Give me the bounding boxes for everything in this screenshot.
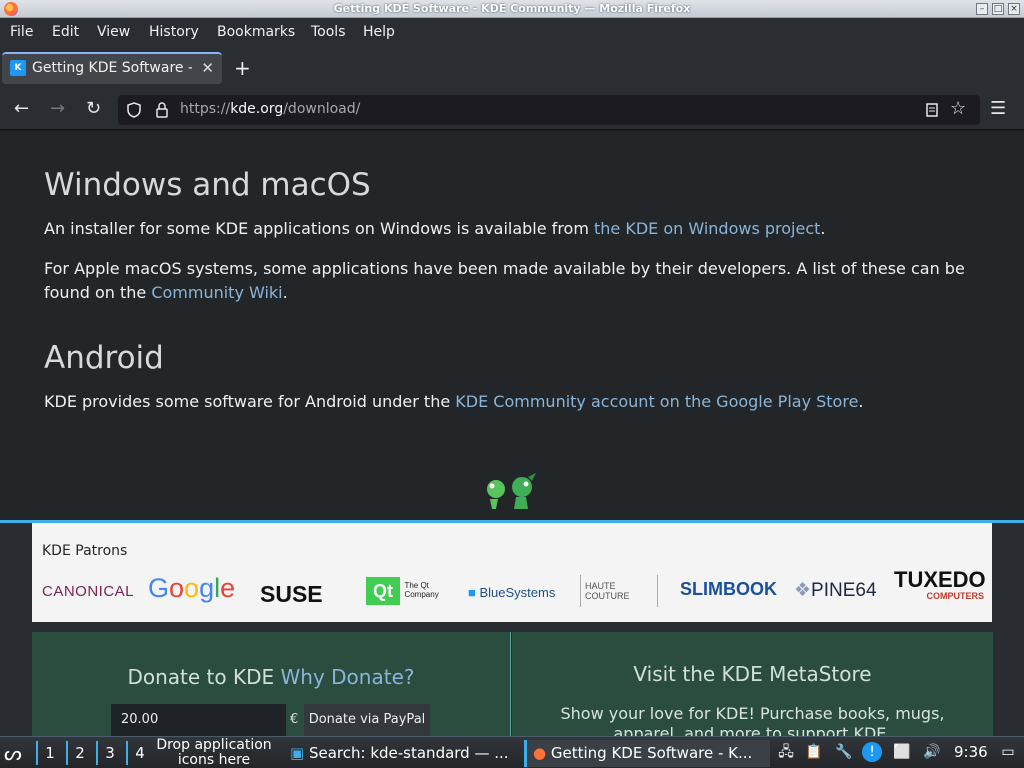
desktop-3-button[interactable]: 3 <box>96 741 122 765</box>
clock[interactable]: 9:36 <box>954 743 988 761</box>
menubar: File Edit View History Bookmarks Tools H… <box>0 18 1024 46</box>
taskbar-item-search[interactable]: ▣ Search: kde-standard — ... <box>284 740 518 767</box>
paragraph-text: KDE provides some software for Android u… <box>44 392 456 411</box>
network-icon[interactable]: 🖧 <box>776 742 796 762</box>
url-bar[interactable]: https://kde.org/download/ ☆ <box>118 95 980 125</box>
kde-favicon-icon: K <box>10 60 26 76</box>
pine64-logo[interactable]: ❖PINE64 <box>794 579 877 611</box>
task-label: Getting KDE Software - K... <box>550 744 753 762</box>
metastore-description: Show your love for KDE! Purchase books, … <box>560 704 945 736</box>
back-icon[interactable]: ← <box>14 98 29 119</box>
page-content: Windows and macOS An installer for some … <box>0 131 1024 736</box>
paragraph-end: . <box>858 392 864 411</box>
url-host: kde.org <box>230 101 284 117</box>
notification-icon[interactable]: ! <box>862 742 882 762</box>
menu-file[interactable]: File <box>10 24 33 40</box>
donate-panel: Donate to KDE Why Donate? 20.00 € Donate… <box>32 632 511 736</box>
metastore-panel: Visit the KDE MetaStore Show your love f… <box>512 632 993 736</box>
bluesystems-logo[interactable]: ■ BlueSystems <box>468 585 555 617</box>
donate-title: Donate to KDE Why Donate? <box>32 665 510 689</box>
application-launcher-icon[interactable]: ᔕ <box>4 741 22 765</box>
menu-view[interactable]: View <box>97 24 130 40</box>
navigation-toolbar: ← → ↻ https://kde.org/download/ ☆ ☰ <box>0 90 1024 130</box>
suse-logo[interactable]: SUSE <box>260 581 323 613</box>
taskbar-item-firefox[interactable]: ● Getting KDE Software - K... <box>524 740 770 767</box>
donate-via-paypal-button[interactable]: Donate via PayPal <box>304 704 430 736</box>
metastore-title[interactable]: Visit the KDE MetaStore <box>512 662 993 686</box>
konqi-mascot-icon <box>487 473 536 509</box>
google-play-link[interactable]: KDE Community account on the Google Play… <box>455 392 858 411</box>
taskbar: ᔕ 1 2 3 4 Drop application icons here ▣ … <box>0 736 1024 768</box>
task-label: Search: kde-standard — ... <box>308 744 509 762</box>
footer-area: KDE Patrons CANONICAL Google SUSE Qt The… <box>0 523 1024 736</box>
heading-android: Android <box>44 340 164 376</box>
close-tab-icon[interactable]: ✕ <box>201 59 214 77</box>
why-donate-link[interactable]: Why Donate? <box>281 665 415 689</box>
patrons-panel: KDE Patrons CANONICAL Google SUSE Qt The… <box>32 523 992 622</box>
menu-edit[interactable]: Edit <box>52 24 79 40</box>
qt-company-text: The Qt Company <box>404 581 439 599</box>
firefox-task-icon: ● <box>533 744 547 762</box>
desktop-4-button[interactable]: 4 <box>126 741 152 765</box>
display-icon[interactable]: ⬜ <box>892 742 912 762</box>
haute-couture-logo[interactable]: HAUTE COUTURE <box>580 575 658 607</box>
bookmark-star-icon[interactable]: ☆ <box>950 98 966 119</box>
menu-tools[interactable]: Tools <box>311 24 346 40</box>
desktop-2-button[interactable]: 2 <box>66 741 92 765</box>
menu-history[interactable]: History <box>149 24 199 40</box>
new-tab-icon[interactable]: + <box>234 56 251 80</box>
window-title: Getting KDE Software - KDE Community — M… <box>333 2 691 15</box>
donation-amount-input[interactable]: 20.00 <box>111 704 286 736</box>
lock-icon[interactable] <box>154 102 170 118</box>
menu-help[interactable]: Help <box>363 24 395 40</box>
window-titlebar[interactable]: Getting KDE Software - KDE Community — M… <box>0 0 1024 18</box>
volume-icon[interactable]: 🔊 <box>922 742 942 762</box>
heading-windows-macos: Windows and macOS <box>44 167 371 203</box>
paragraph-end: . <box>282 283 288 302</box>
kde-on-windows-link[interactable]: the KDE on Windows project <box>594 219 820 238</box>
reader-view-icon[interactable] <box>924 102 940 118</box>
desktop-1-button[interactable]: 1 <box>36 741 62 765</box>
close-window-button[interactable]: × <box>1008 3 1020 15</box>
community-wiki-link[interactable]: Community Wiki <box>151 283 282 302</box>
tab-bar: K Getting KDE Software - K ✕ + <box>0 46 1024 90</box>
url-text: https://kde.org/download/ <box>180 101 360 117</box>
tools-icon[interactable]: 🔧 <box>834 742 854 762</box>
currency-label: € <box>290 712 299 727</box>
donate-title-text: Donate to KDE <box>127 665 281 689</box>
google-logo[interactable]: Google <box>148 573 235 605</box>
quicklaunch-drop-area[interactable]: Drop application icons here <box>150 738 278 768</box>
search-app-icon: ▣ <box>290 744 305 762</box>
tab-title: Getting KDE Software - K <box>32 60 192 76</box>
bluesystems-text: BlueSystems <box>479 585 556 600</box>
url-path: /download/ <box>283 101 361 117</box>
paragraph-windows: An installer for some KDE applications o… <box>44 217 984 241</box>
minimize-button[interactable]: – <box>976 3 988 15</box>
forward-icon[interactable]: → <box>50 98 65 119</box>
canonical-logo[interactable]: CANONICAL <box>42 583 134 615</box>
maximize-button[interactable]: □ <box>992 3 1004 15</box>
paragraph-android: KDE provides some software for Android u… <box>44 390 984 414</box>
slimbook-logo[interactable]: SLIMBOOK <box>680 579 777 611</box>
paragraph-text: An installer for some KDE applications o… <box>44 219 594 238</box>
hamburger-menu-icon[interactable]: ☰ <box>990 98 1006 119</box>
tab-kde-software[interactable]: K Getting KDE Software - K ✕ <box>2 52 222 84</box>
paragraph-macos: For Apple macOS systems, some applicatio… <box>44 257 984 305</box>
reload-icon[interactable]: ↻ <box>86 98 101 119</box>
patrons-title: KDE Patrons <box>42 543 128 559</box>
pine64-text: PINE64 <box>811 580 877 601</box>
url-scheme: https:// <box>180 101 231 117</box>
paragraph-end: . <box>820 219 826 238</box>
tuxedo-logo[interactable]: TUXEDO COMPUTERS <box>894 569 986 602</box>
show-desktop-icon[interactable]: ▭ <box>998 742 1018 762</box>
shield-icon[interactable] <box>126 102 142 118</box>
menu-bookmarks[interactable]: Bookmarks <box>217 24 295 40</box>
qt-company-logo[interactable]: Qt The Qt Company <box>366 577 442 609</box>
clipboard-icon[interactable]: 📋 <box>804 742 824 762</box>
